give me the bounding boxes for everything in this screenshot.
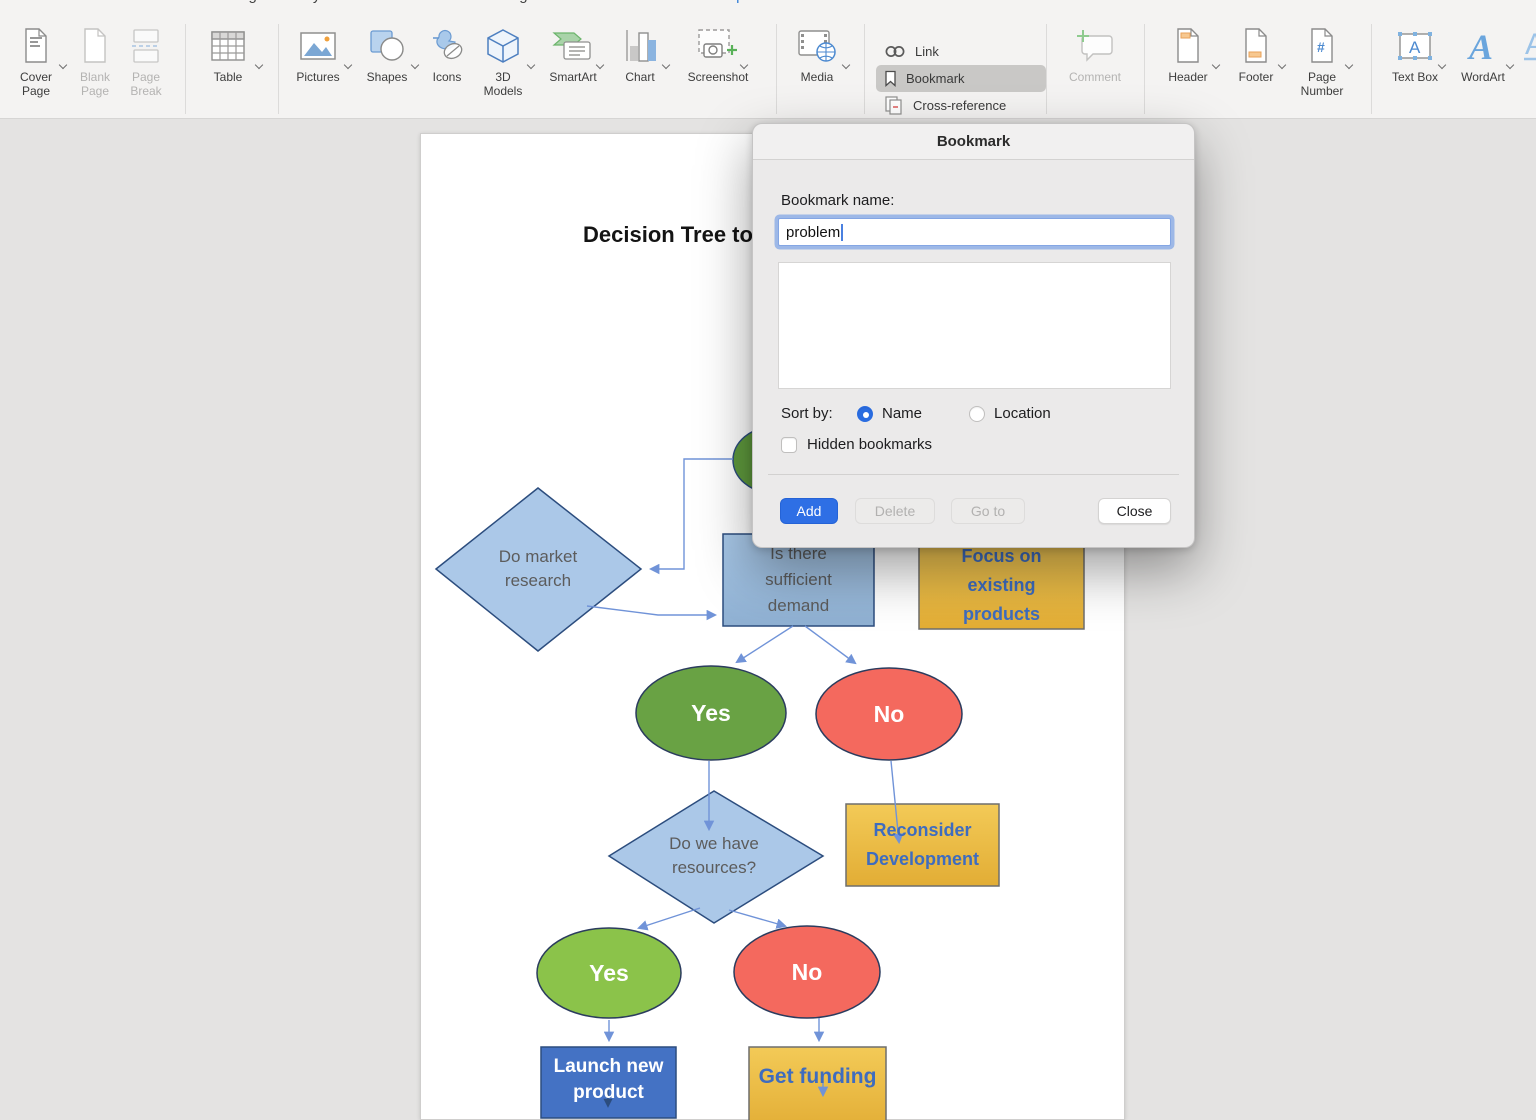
ribbon-separator — [1046, 24, 1047, 114]
bookmark-button[interactable]: Bookmark — [876, 65, 1046, 92]
shapes-button[interactable]: Shapes — [356, 24, 418, 85]
tab-review[interactable]: Review — [566, 0, 615, 16]
focus-existing-box[interactable] — [918, 540, 1085, 630]
text-caret — [841, 223, 844, 241]
svg-text:A: A — [1525, 28, 1536, 61]
cover-page-button[interactable]: Cover Page — [8, 24, 64, 98]
tab-view[interactable]: View — [646, 0, 678, 16]
tab-design[interactable]: Design — [219, 0, 266, 16]
sort-by-label: Sort by: — [781, 405, 833, 422]
delete-button: Delete — [855, 498, 935, 524]
drop-cap-button[interactable]: A — [1516, 24, 1536, 68]
no1-node[interactable] — [815, 667, 963, 761]
drop-cap-icon: A — [1521, 24, 1536, 68]
yes2-node[interactable] — [536, 927, 682, 1019]
text-box-button[interactable]: A Text Box — [1382, 24, 1448, 85]
page-break-button: Page Break — [118, 24, 174, 98]
dialog-title: Bookmark — [753, 124, 1194, 160]
bookmark-name-input[interactable]: problem — [778, 218, 1171, 246]
media-icon — [796, 24, 838, 68]
insert-ribbon: Cover Page Blank Page Page Break Table P… — [0, 16, 1536, 119]
get-funding-box[interactable] — [748, 1046, 887, 1120]
tab-layout[interactable]: Layout — [296, 0, 341, 16]
bookmark-list[interactable] — [778, 262, 1171, 389]
hidden-bookmarks-row: Hidden bookmarks — [781, 436, 932, 453]
page-number-button[interactable]: # Page Number — [1292, 24, 1352, 98]
dialog-divider — [768, 474, 1179, 475]
header-button[interactable]: Header — [1158, 24, 1218, 85]
yes1-node[interactable] — [635, 665, 787, 761]
bookmark-icon — [884, 70, 897, 87]
tab-draw[interactable]: Draw — [153, 0, 188, 16]
pictures-button[interactable]: Pictures — [285, 24, 351, 85]
sort-location-label: Location — [994, 405, 1051, 422]
goto-button: Go to — [951, 498, 1025, 524]
3d-models-button[interactable]: 3D Models — [476, 24, 530, 98]
tab-home[interactable]: Home — [13, 0, 53, 16]
blank-page-icon — [81, 24, 109, 68]
smartart-icon — [552, 24, 594, 68]
sort-location-radio[interactable] — [969, 405, 986, 422]
cover-page-icon — [22, 24, 50, 68]
cross-reference-button[interactable]: Cross-reference — [876, 92, 1046, 119]
wordart-button[interactable]: A WordArt — [1450, 24, 1516, 85]
blank-page-button: Blank Page — [67, 24, 123, 98]
media-button[interactable]: Media — [787, 24, 847, 85]
comment-icon — [1075, 24, 1115, 68]
sort-name-label: Name — [882, 405, 923, 422]
chart-icon — [623, 24, 657, 68]
text-box-icon: A — [1395, 24, 1435, 68]
close-button[interactable]: Close — [1098, 498, 1171, 524]
ribbon-tab-bar: Home Insert Draw Design Layout Reference… — [0, 0, 1536, 16]
screenshot-button[interactable]: Screenshot — [678, 24, 758, 85]
market-research-diamond[interactable] — [434, 487, 643, 652]
tab-insert[interactable]: Insert — [84, 0, 122, 16]
header-icon — [1174, 24, 1202, 68]
page-number-icon: # — [1308, 24, 1336, 68]
footer-icon — [1242, 24, 1270, 68]
bookmark-name-label: Bookmark name: — [781, 192, 895, 209]
table-icon — [210, 24, 246, 68]
sort-name-radio[interactable] — [857, 405, 873, 422]
bookmark-dialog: Bookmark Bookmark name: problem Sort by:… — [752, 123, 1195, 548]
cube-3d-icon — [485, 24, 521, 68]
screenshot-icon — [696, 24, 740, 68]
page-break-icon — [131, 24, 161, 68]
link-button[interactable]: Link — [876, 38, 1046, 65]
wordart-icon: A — [1465, 24, 1501, 68]
footer-button[interactable]: Footer — [1226, 24, 1286, 85]
cross-reference-icon — [884, 96, 904, 115]
word-window: Home Insert Draw Design Layout Reference… — [0, 0, 1536, 1120]
add-button[interactable]: Add — [780, 498, 838, 524]
shapes-icon — [368, 24, 406, 68]
ribbon-separator — [776, 24, 777, 114]
ribbon-separator — [278, 24, 279, 114]
reconsider-box[interactable] — [845, 803, 1000, 887]
tab-references[interactable]: References — [372, 0, 449, 16]
smartart-button[interactable]: SmartArt — [540, 24, 606, 85]
link-icon — [884, 44, 906, 59]
hidden-bookmarks-label: Hidden bookmarks — [807, 436, 933, 453]
table-button[interactable]: Table — [198, 24, 258, 85]
duck-icon — [428, 24, 466, 68]
icons-button[interactable]: Icons — [420, 24, 474, 85]
bookmark-name-value: problem — [786, 223, 841, 241]
tab-mailings[interactable]: Mailings — [480, 0, 535, 16]
svg-text:A: A — [1467, 27, 1493, 65]
ribbon-separator — [1371, 24, 1372, 114]
pictures-icon — [299, 24, 337, 68]
chart-button[interactable]: Chart — [612, 24, 668, 85]
tab-shape-format[interactable]: Shape Format — [709, 0, 804, 16]
launch-product-box[interactable] — [540, 1046, 677, 1119]
hidden-bookmarks-checkbox[interactable] — [781, 436, 797, 453]
ribbon-separator — [185, 24, 186, 114]
sort-by-row: Sort by: Name Location — [781, 405, 1051, 422]
ribbon-separator — [1144, 24, 1145, 114]
resources-diamond[interactable] — [607, 790, 825, 924]
no2-node[interactable] — [733, 925, 881, 1019]
comment-button: Comment — [1062, 24, 1128, 85]
svg-text:A: A — [1409, 38, 1421, 57]
ribbon-separator — [864, 24, 865, 114]
svg-text:#: # — [1317, 39, 1325, 55]
